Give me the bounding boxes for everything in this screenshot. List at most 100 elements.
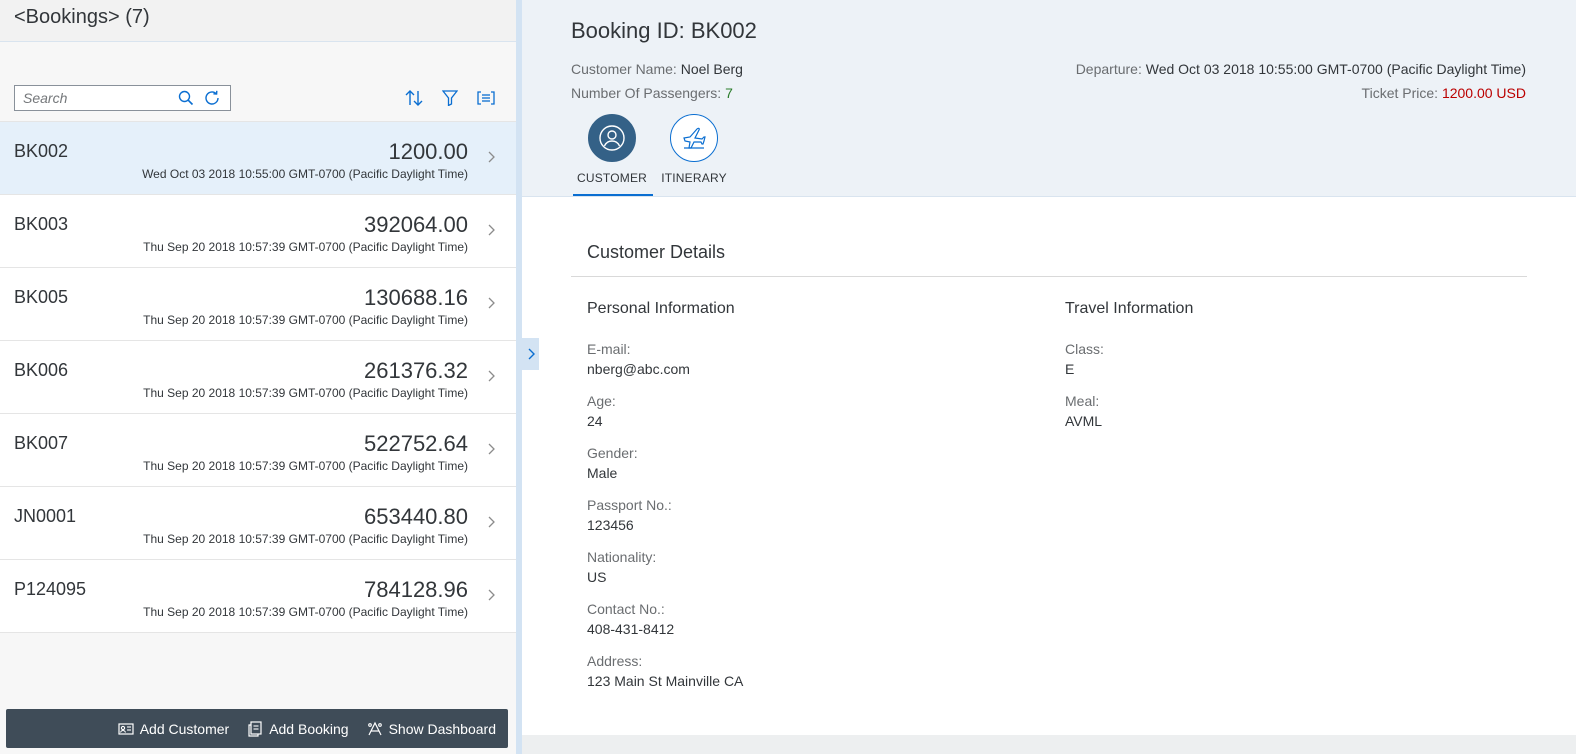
booking-id: BK006 <box>14 360 69 380</box>
add-booking-button[interactable]: Add Booking <box>241 714 354 744</box>
sort-button[interactable] <box>396 84 432 112</box>
add-booking-label: Add Booking <box>269 720 349 737</box>
travel-info-title: Travel Information <box>1065 300 1194 317</box>
page-title: Booking ID: BK002 <box>571 18 757 43</box>
booking-id: P124095 <box>14 579 87 599</box>
object-header: Booking ID: BK002 Customer Name: Noel Be… <box>522 0 1576 197</box>
list-item[interactable]: JN0001 653440.80 Thu Sep 20 2018 10:57:3… <box>0 487 516 560</box>
booking-date: Thu Sep 20 2018 10:57:39 GMT-0700 (Pacif… <box>143 532 468 546</box>
icon-tab-bar: CUSTOMER ITINERARY <box>571 114 735 196</box>
dashboard-icon <box>367 721 382 735</box>
address-value: 123 Main St Mainville CA <box>587 673 744 689</box>
booking-date: Thu Sep 20 2018 10:57:39 GMT-0700 (Pacif… <box>143 386 468 400</box>
tab-customer[interactable]: CUSTOMER <box>571 114 653 196</box>
booking-id: BK005 <box>14 287 69 307</box>
show-dashboard-button[interactable]: Show Dashboard <box>361 714 502 744</box>
class-label: Class: <box>1065 341 1104 357</box>
meal-value: AVML <box>1065 413 1103 429</box>
chevron-right-icon <box>488 589 495 601</box>
booking-amount: 392064.00 <box>364 212 468 237</box>
add-customer-label: Add Customer <box>139 720 230 737</box>
list-item[interactable]: BK003 392064.00 Thu Sep 20 2018 10:57:39… <box>0 195 516 268</box>
chevron-right-icon <box>528 348 535 360</box>
booking-id: BK002 <box>14 141 69 161</box>
email-value: nberg@abc.com <box>587 361 690 377</box>
sort-icon <box>405 90 423 106</box>
section-divider <box>571 276 1527 277</box>
booking-id: BK003 <box>14 214 69 234</box>
age-value: 24 <box>587 413 603 429</box>
ticket-price-label: Ticket Price: <box>1361 85 1439 101</box>
class-value: E <box>1065 361 1075 377</box>
ticket-price-value: 1200.00 USD <box>1441 85 1526 101</box>
filter-button[interactable] <box>432 84 468 112</box>
booking-amount: 261376.32 <box>364 358 468 383</box>
gender-value: Male <box>587 465 618 481</box>
add-customer-button[interactable]: Add Customer <box>112 714 235 744</box>
itinerary-icon <box>683 127 706 149</box>
list-item[interactable]: BK005 130688.16 Thu Sep 20 2018 10:57:39… <box>0 268 516 341</box>
group-button[interactable] <box>468 84 504 112</box>
passengers-value: 7 <box>725 85 733 101</box>
booking-amount: 784128.96 <box>364 577 468 602</box>
contact-value: 408-431-8412 <box>587 621 675 637</box>
search-icon[interactable] <box>173 86 199 110</box>
footer-toolbar: Add Customer Add Booking Show Dashboard <box>6 709 508 748</box>
filter-icon <box>442 90 458 106</box>
master-header: <Bookings> (7) <box>0 0 516 42</box>
booking-amount: 522752.64 <box>364 431 468 456</box>
tab-customer-label: CUSTOMER <box>576 171 648 185</box>
booking-amount: 1200.00 <box>388 139 468 164</box>
list-item[interactable]: BK007 522752.64 Thu Sep 20 2018 10:57:39… <box>0 414 516 487</box>
list-item[interactable]: P124095 784128.96 Thu Sep 20 2018 10:57:… <box>0 560 516 633</box>
booking-date: Thu Sep 20 2018 10:57:39 GMT-0700 (Pacif… <box>143 313 468 327</box>
expand-master-button[interactable] <box>522 338 539 370</box>
refresh-icon[interactable] <box>199 86 225 110</box>
booking-date: Thu Sep 20 2018 10:57:39 GMT-0700 (Pacif… <box>143 240 468 254</box>
chevron-right-icon <box>488 297 495 309</box>
passengers-label: Number Of Passengers: <box>571 85 722 101</box>
chevron-right-icon <box>488 224 495 236</box>
section-title: Customer Details <box>587 242 726 262</box>
booking-amount: 130688.16 <box>364 285 468 310</box>
list-item[interactable]: BK002 1200.00 Wed Oct 03 2018 10:55:00 G… <box>0 122 516 195</box>
address-label: Address: <box>587 653 643 669</box>
departure-attribute: Departure: Wed Oct 03 2018 10:55:00 GMT-… <box>1076 61 1526 77</box>
customer-details-content: Customer Details Personal Information E-… <box>522 197 1576 735</box>
departure-label: Departure: <box>1075 61 1142 77</box>
chevron-right-icon <box>488 443 495 455</box>
chevron-right-icon <box>488 516 495 528</box>
chevron-right-icon <box>488 370 495 382</box>
master-panel: <Bookings> (7) BK002 1200.00 Wed Oct 03 … <box>0 0 516 754</box>
master-title: <Bookings> (7) <box>14 6 150 28</box>
add-booking-icon <box>248 720 262 737</box>
nationality-value: US <box>587 569 607 585</box>
nationality-label: Nationality: <box>587 549 657 565</box>
booking-amount: 653440.80 <box>364 504 468 529</box>
booking-id: BK007 <box>14 433 69 453</box>
booking-date: Thu Sep 20 2018 10:57:39 GMT-0700 (Pacif… <box>143 459 468 473</box>
group-icon <box>477 91 495 105</box>
customer-name-value: Noel Berg <box>680 61 743 77</box>
meal-label: Meal: <box>1065 393 1100 409</box>
customer-icon <box>599 125 625 151</box>
passport-value: 123456 <box>587 517 634 533</box>
ticket-price-attribute: Ticket Price: 1200.00 USD <box>1362 85 1526 101</box>
chevron-right-icon <box>488 151 495 163</box>
booking-id: JN0001 <box>14 506 77 526</box>
list-toolbar <box>14 84 504 112</box>
booking-date: Thu Sep 20 2018 10:57:39 GMT-0700 (Pacif… <box>143 605 468 619</box>
personal-info-title: Personal Information <box>587 300 735 317</box>
detail-panel: Booking ID: BK002 Customer Name: Noel Be… <box>522 0 1576 754</box>
search-input[interactable] <box>23 90 173 106</box>
tab-itinerary[interactable]: ITINERARY <box>653 114 735 196</box>
search-field[interactable] <box>14 85 231 111</box>
show-dashboard-label: Show Dashboard <box>388 720 496 737</box>
gender-label: Gender: <box>587 445 638 461</box>
passengers-attribute: Number Of Passengers: 7 <box>571 85 733 101</box>
customer-name-attribute: Customer Name: Noel Berg <box>571 61 743 77</box>
list-item[interactable]: BK006 261376.32 Thu Sep 20 2018 10:57:39… <box>0 341 516 414</box>
tab-itinerary-label: ITINERARY <box>661 171 727 185</box>
contact-label: Contact No.: <box>587 601 665 617</box>
add-customer-icon <box>118 722 134 735</box>
